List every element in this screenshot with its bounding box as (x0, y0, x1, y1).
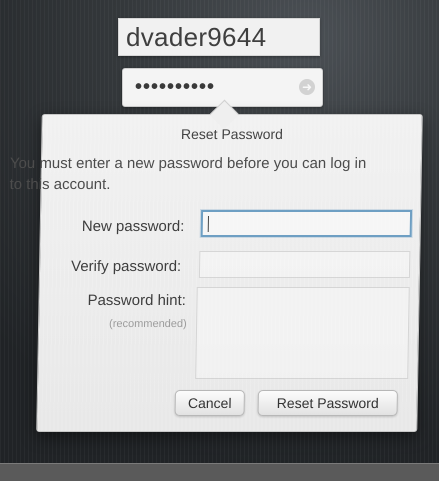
password-hint-label: Password hint: (87, 292, 187, 309)
sheet-message: You must enter a new password before you… (9, 155, 367, 193)
bottom-frame (0, 463, 439, 481)
username-field[interactable]: dvader9644 (118, 18, 320, 56)
recommended-label: (recommended) (109, 318, 187, 330)
verify-password-input[interactable] (198, 251, 411, 278)
arrow-right-icon[interactable]: ➜ (299, 79, 315, 95)
new-password-label: New password: (81, 218, 185, 235)
password-mask-text: •••••••••• (135, 76, 216, 98)
verify-password-label: Verify password: (70, 258, 182, 275)
sheet-title: Reset Password (180, 126, 284, 142)
text-cursor (207, 216, 209, 232)
cancel-button[interactable]: Cancel (174, 390, 245, 416)
username-text: dvader9644 (126, 22, 267, 52)
reset-password-button[interactable]: Reset Password (257, 390, 398, 416)
reset-password-sheet: Reset Password You must enter a new pass… (9, 114, 423, 432)
new-password-input[interactable] (200, 210, 413, 237)
password-hint-input[interactable] (195, 287, 410, 379)
